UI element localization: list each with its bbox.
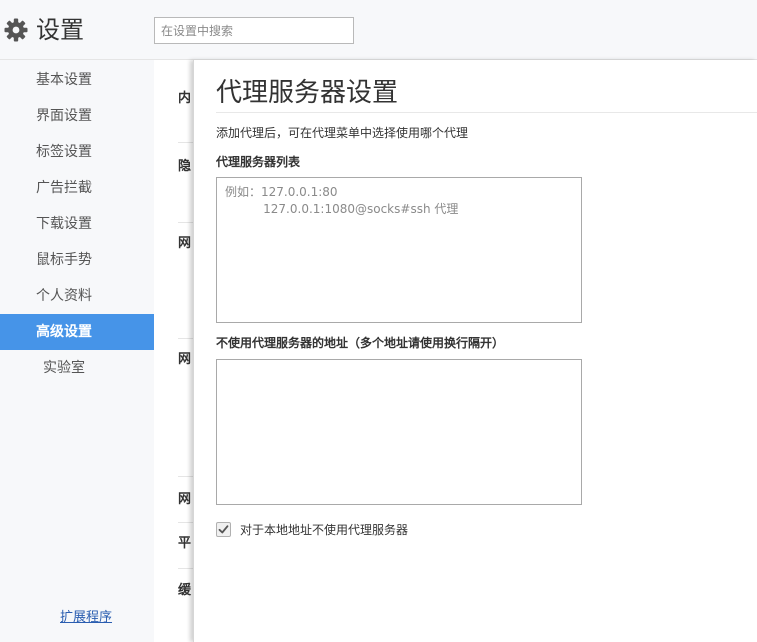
section-label: 隐 <box>178 159 192 174</box>
local-bypass-checkbox[interactable] <box>216 521 231 537</box>
sidebar-item-advanced[interactable]: 高级设置 <box>0 314 162 350</box>
sidebar-item-mouse-gestures[interactable]: 鼠标手势 <box>0 242 154 278</box>
sidebar-item-download[interactable]: 下载设置 <box>0 206 154 242</box>
panel-title: 代理服务器设置 <box>216 78 399 108</box>
extensions-link[interactable]: 扩展程序 <box>60 606 112 625</box>
section-label: 内 <box>178 91 192 106</box>
sidebar-item-adblock[interactable]: 广告拦截 <box>0 170 154 206</box>
sidebar: 基本设置 界面设置 标签设置 广告拦截 下载设置 鼠标手势 个人资料 高级设置 … <box>0 60 162 642</box>
header: 设置 <box>0 0 757 60</box>
section-label: 网 <box>178 492 192 507</box>
section-label: 平 <box>178 536 192 551</box>
bypass-list-label: 不使用代理服务器的地址（多个地址请使用换行隔开） <box>216 336 505 350</box>
local-bypass-option[interactable]: 对于本地地址不使用代理服务器 <box>216 520 408 538</box>
sidebar-item-basic[interactable]: 基本设置 <box>0 62 154 98</box>
checkmark-icon <box>218 524 229 533</box>
section-label: 网 <box>178 352 192 367</box>
sidebar-item-interface[interactable]: 界面设置 <box>0 98 154 134</box>
local-bypass-label: 对于本地地址不使用代理服务器 <box>240 522 409 537</box>
search-input[interactable] <box>154 17 354 44</box>
sidebar-item-profile[interactable]: 个人资料 <box>0 278 154 314</box>
sidebar-item-lab[interactable]: 实验室 <box>0 350 154 386</box>
page-title: 设置 <box>36 16 84 44</box>
bypass-list-textarea[interactable] <box>216 359 582 505</box>
panel-description: 添加代理后，可在代理菜单中选择使用哪个代理 <box>216 126 469 140</box>
divider <box>216 112 757 113</box>
proxy-list-textarea[interactable] <box>216 177 582 323</box>
section-label: 缓 <box>178 583 192 598</box>
section-label: 网 <box>178 236 192 251</box>
proxy-list-label: 代理服务器列表 <box>216 155 301 169</box>
sidebar-item-tabs[interactable]: 标签设置 <box>0 134 154 170</box>
gear-icon <box>4 18 28 42</box>
proxy-settings-panel: 代理服务器设置 添加代理后，可在代理菜单中选择使用哪个代理 代理服务器列表 不使… <box>193 60 757 642</box>
